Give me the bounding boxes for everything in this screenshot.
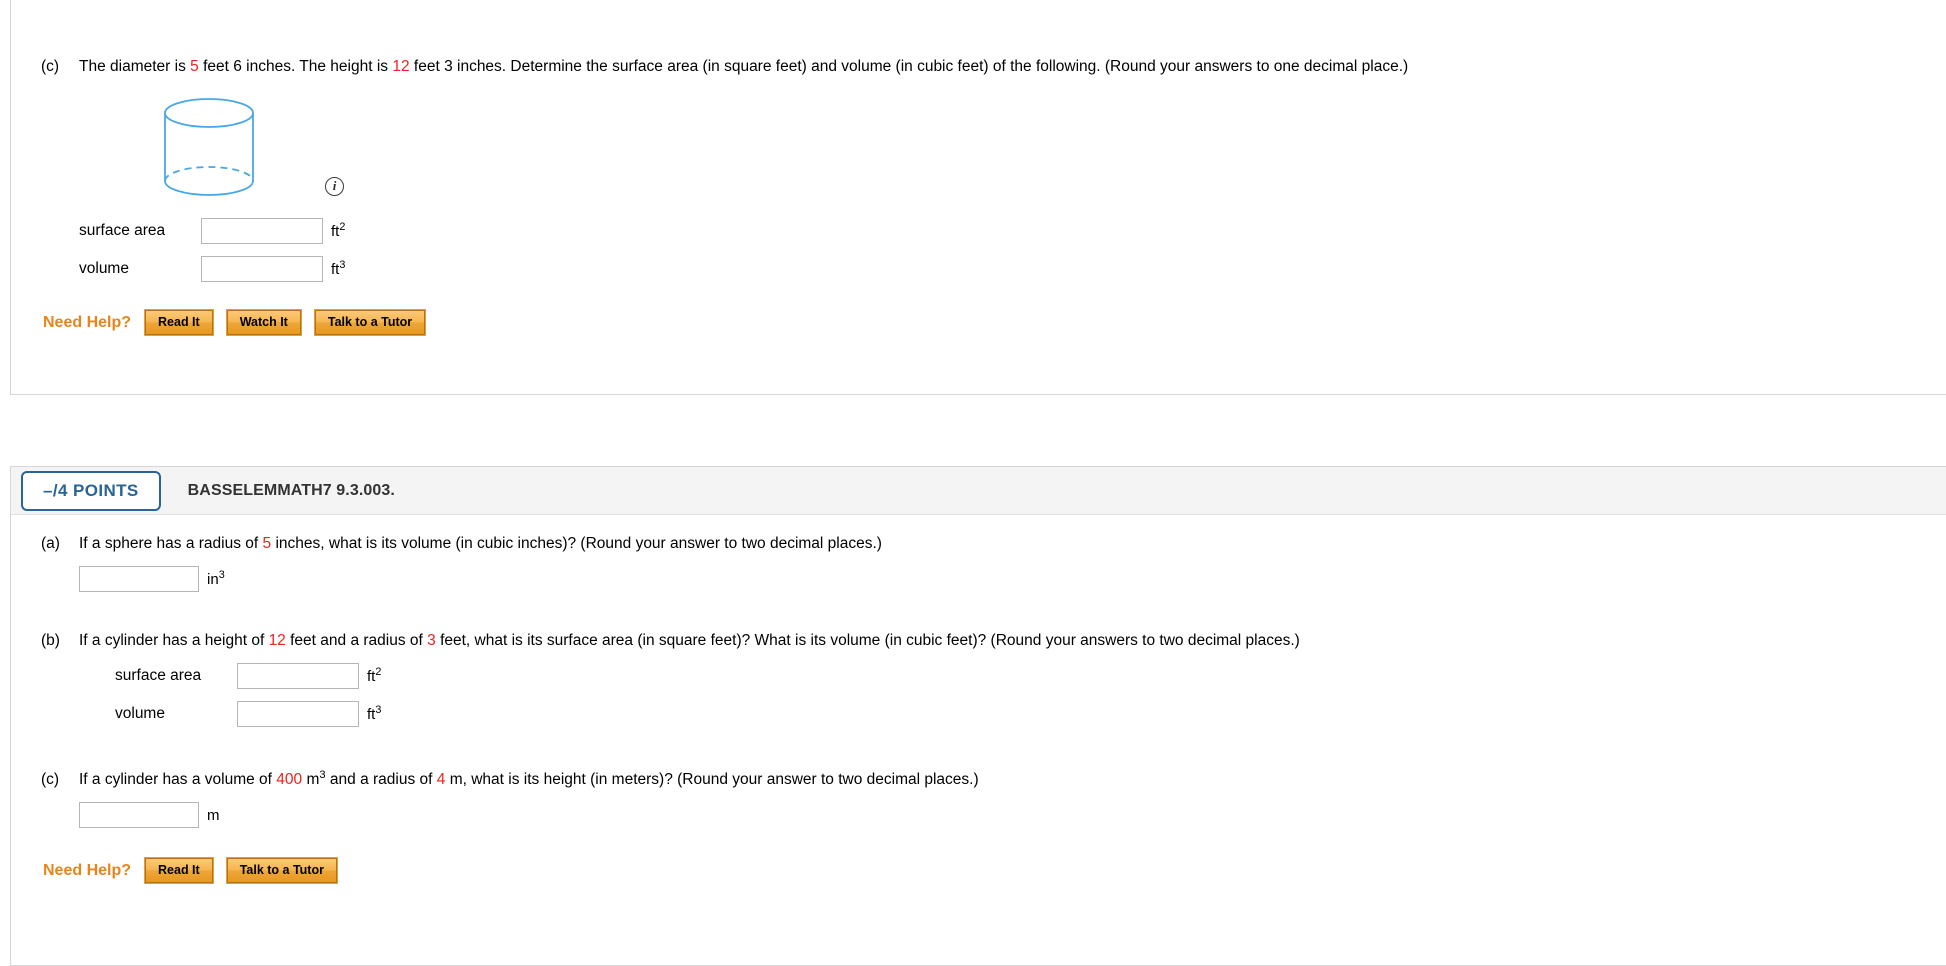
unit-label: m [207, 807, 220, 824]
volume-input[interactable] [237, 701, 359, 727]
part-letter: (b) [41, 632, 60, 649]
question-one-body: (c) The diameter is 5 feet 6 inches. The… [11, 0, 1946, 336]
unit-label: ft3 [367, 703, 382, 722]
answer-label: volume [79, 260, 129, 277]
answer-label: surface area [79, 222, 166, 239]
surface-area-input[interactable] [237, 663, 359, 689]
unit-exponent: 3 [375, 703, 382, 716]
need-help-row-two: Need Help? Read It Talk to a Tutor [11, 857, 1946, 884]
part-content: If a cylinder has a volume of 400 m3 and… [79, 769, 1946, 828]
part-content: If a cylinder has a height of 12 feet an… [79, 630, 1946, 727]
unit-text: m [207, 806, 220, 824]
cylinder-figure: i [147, 91, 357, 206]
height-value: 12 [392, 58, 410, 75]
prompt-segment-2: feet and a radius of [285, 632, 428, 649]
part-prompt-text: If a cylinder has a volume of 400 m3 and… [79, 769, 1946, 790]
question-panel-one: (c) The diameter is 5 feet 6 inches. The… [10, 0, 1946, 395]
unit-label: ft2 [367, 665, 382, 684]
answer-label: surface area [115, 667, 202, 684]
part-prompt-text: The diameter is 5 feet 6 inches. The hei… [79, 56, 1946, 77]
answer-row-volume: volume ft3 [115, 701, 1946, 727]
talk-to-a-tutor-button[interactable]: Talk to a Tutor [313, 309, 427, 336]
part-letter: (c) [41, 58, 60, 75]
part-letter: (c) [41, 771, 60, 788]
prompt-segment-3: feet, what is its surface area (in squar… [435, 632, 1300, 649]
answer-row-volume: volume ft3 [79, 256, 1946, 282]
answer-row-surface-area: surface area ft2 [79, 218, 1946, 244]
prompt-segment-2: and a radius of [325, 771, 437, 788]
unit-label: in3 [207, 568, 225, 588]
part-letter: (a) [41, 535, 60, 552]
question-two-part-b: (b) If a cylinder has a height of 12 fee… [11, 592, 1946, 727]
unit-label: ft2 [331, 220, 346, 239]
watch-it-button[interactable]: Watch It [225, 309, 302, 336]
points-badge[interactable]: –/4 POINTS [21, 470, 161, 511]
need-help-label: Need Help? [43, 313, 132, 331]
part-content: The diameter is 5 feet 6 inches. The hei… [79, 56, 1946, 282]
unit-exponent: 2 [375, 665, 382, 678]
question-two-part-c: (c) If a cylinder has a volume of 400 m3… [11, 727, 1946, 828]
diameter-value: 5 [190, 58, 199, 75]
points-header: –/4 POINTS BASSELEMMATH7 9.3.003. [11, 467, 1946, 515]
unit-exponent: 3 [218, 568, 225, 581]
volume-value: 400 [276, 771, 303, 788]
cylinder-height-input[interactable] [79, 802, 199, 828]
question-one-part-c: (c) The diameter is 5 feet 6 inches. The… [11, 0, 1946, 282]
volume-input[interactable] [201, 256, 323, 282]
part-content: If a sphere has a radius of 5 inches, wh… [79, 533, 1946, 592]
prompt-segment-2: inches, what is its volume (in cubic inc… [271, 535, 882, 552]
prompt-segment-1: If a sphere has a radius of [79, 535, 263, 552]
read-it-button[interactable]: Read It [144, 309, 214, 336]
prompt-segment-1: If a cylinder has a height of [79, 632, 269, 649]
part-prompt-text: If a cylinder has a height of 12 feet an… [79, 630, 1946, 651]
height-value: 12 [268, 632, 286, 649]
surface-area-input[interactable] [201, 218, 323, 244]
unit-exponent: 3 [339, 258, 346, 271]
talk-to-a-tutor-button[interactable]: Talk to a Tutor [225, 857, 338, 884]
radius-value: 3 [427, 632, 436, 649]
sphere-volume-input[interactable] [79, 566, 199, 592]
radius-value: 5 [262, 535, 272, 552]
cylinder-diagram-svg [164, 98, 254, 196]
unit-exponent: 2 [339, 220, 346, 233]
prompt-segment-2: feet 6 inches. The height is [198, 58, 393, 75]
prompt-unit-text: m [302, 771, 320, 788]
info-icon[interactable]: i [325, 177, 344, 196]
unit-label: ft3 [331, 258, 346, 277]
prompt-segment-3: m, what is its height (in meters)? (Roun… [445, 771, 979, 788]
question-code-label: BASSELEMMATH7 9.3.003. [187, 481, 395, 499]
need-help-row-one: Need Help? Read It Watch It Talk to a Tu… [11, 309, 1946, 336]
part-prompt-text: If a sphere has a radius of 5 inches, wh… [79, 533, 1946, 554]
prompt-segment-1: The diameter is [79, 58, 191, 75]
need-help-label: Need Help? [43, 861, 132, 879]
answer-label: volume [115, 705, 165, 722]
question-panel-two: –/4 POINTS BASSELEMMATH7 9.3.003. (a) If… [10, 466, 1946, 966]
question-two-body: (a) If a sphere has a radius of 5 inches… [11, 515, 1946, 884]
answer-row-cylinder-height: m [79, 802, 1946, 828]
homework-page: (c) The diameter is 5 feet 6 inches. The… [0, 0, 1946, 966]
prompt-segment-1: If a cylinder has a volume of [79, 771, 277, 788]
unit-text: in [207, 570, 219, 588]
read-it-button[interactable]: Read It [144, 857, 214, 884]
answer-row-sphere-volume: in3 [79, 566, 1946, 592]
question-two-part-a: (a) If a sphere has a radius of 5 inches… [11, 515, 1946, 592]
prompt-segment-3: feet 3 inches. Determine the surface are… [409, 58, 1409, 75]
answer-row-surface-area: surface area ft2 [115, 663, 1946, 689]
